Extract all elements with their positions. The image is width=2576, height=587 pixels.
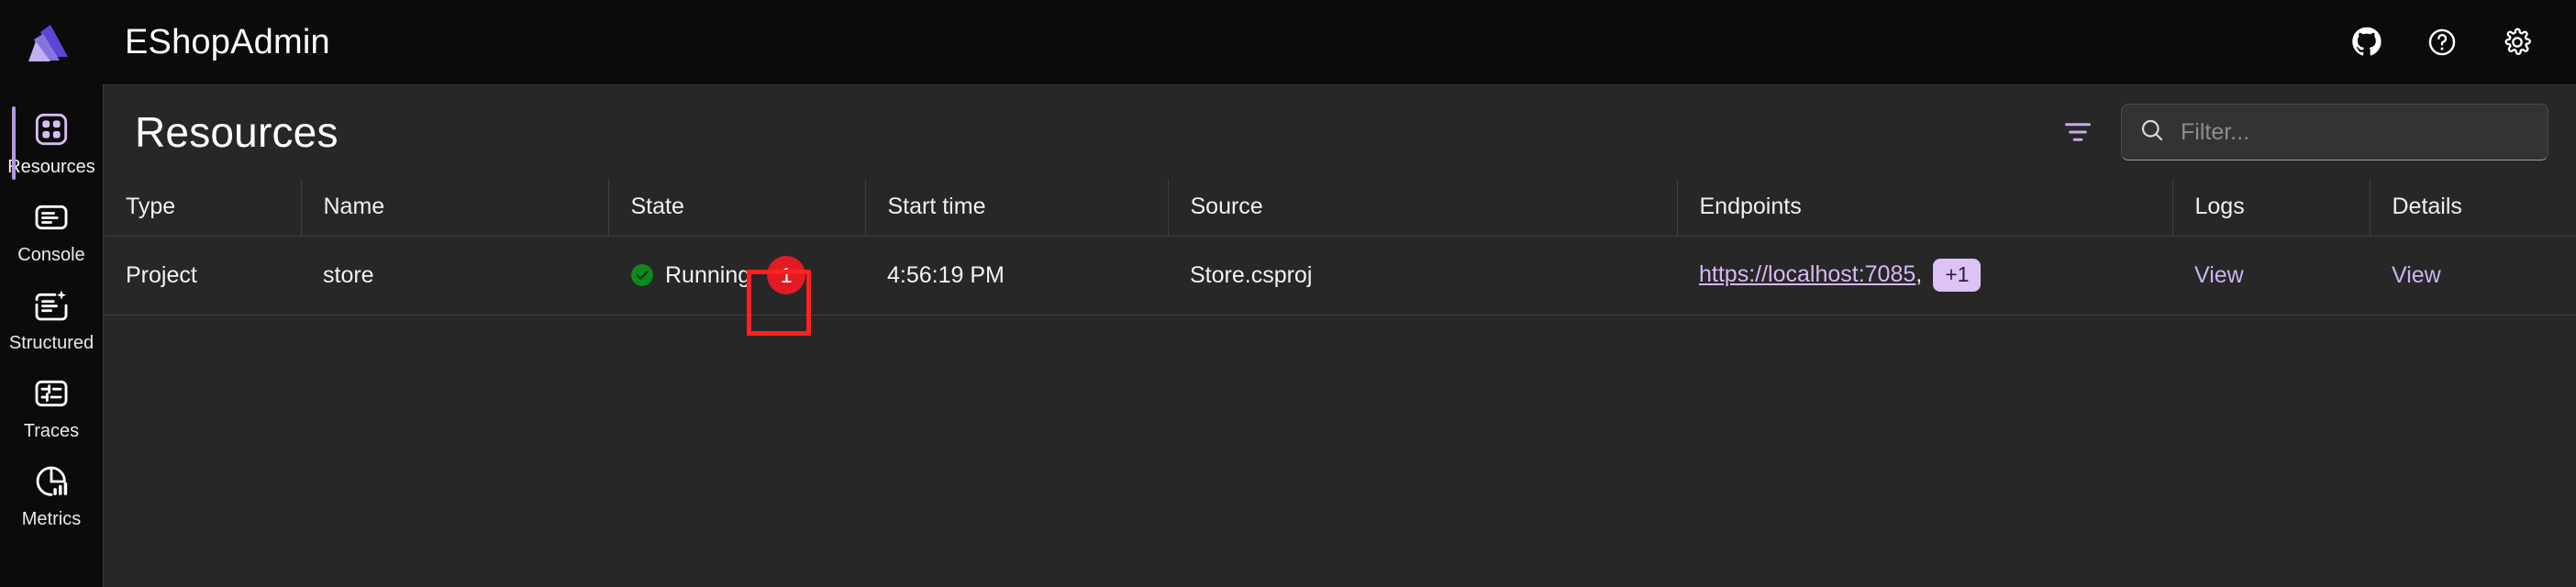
sidebar-item-label: Metrics bbox=[21, 508, 82, 529]
page-title: Resources bbox=[135, 108, 339, 156]
top-bar: EShopAdmin bbox=[0, 0, 2576, 84]
help-icon[interactable] bbox=[2424, 24, 2460, 61]
endpoint-separator: , bbox=[1915, 261, 1923, 288]
table-header-row: Type Name State Start time Source Endpoi… bbox=[104, 179, 2576, 236]
body-wrapper: Resources Console Structured Traces Metr… bbox=[0, 84, 2576, 587]
endpoint-link[interactable]: https://localhost:7085 bbox=[1699, 261, 1915, 287]
sidebar-item-traces[interactable]: Traces bbox=[0, 363, 103, 451]
resources-table-area: Type Name State Start time Source Endpoi… bbox=[104, 179, 2576, 587]
cell-endpoints: https://localhost:7085, +1 bbox=[1677, 236, 2172, 316]
logs-view-link[interactable]: View bbox=[2194, 262, 2244, 288]
github-icon[interactable] bbox=[2348, 24, 2385, 61]
metrics-icon bbox=[33, 463, 70, 504]
gear-icon[interactable] bbox=[2499, 24, 2536, 61]
cell-state: Running 1 bbox=[608, 236, 865, 316]
cell-details: View bbox=[2370, 236, 2576, 316]
status-running-check-icon bbox=[630, 263, 654, 287]
column-header-state[interactable]: State bbox=[608, 179, 866, 236]
app-title: EShopAdmin bbox=[125, 22, 330, 61]
state-label: Running bbox=[665, 261, 751, 288]
sidebar-item-label: Console bbox=[17, 244, 85, 265]
table-row[interactable]: Project store Running 1 4:56:19 PM Store… bbox=[104, 236, 2576, 316]
grid-icon bbox=[33, 111, 70, 151]
content-panel: Resources Filter... Type Name State Star… bbox=[103, 84, 2576, 587]
column-header-endpoints[interactable]: Endpoints bbox=[1677, 179, 2173, 236]
sidebar: Resources Console Structured Traces Metr… bbox=[0, 84, 103, 587]
cell-logs: View bbox=[2172, 236, 2370, 316]
details-view-link[interactable]: View bbox=[2392, 262, 2441, 288]
table-head: Type Name State Start time Source Endpoi… bbox=[104, 179, 2576, 236]
cell-start-time: 4:56:19 PM bbox=[865, 236, 1168, 316]
sidebar-item-metrics[interactable]: Metrics bbox=[0, 451, 103, 539]
app-root: EShopAdmin Resources Console Structured … bbox=[0, 0, 2576, 587]
state-count-badge[interactable]: 1 bbox=[767, 256, 806, 294]
sidebar-item-label: Traces bbox=[23, 420, 80, 441]
column-header-start-time[interactable]: Start time bbox=[865, 179, 1169, 236]
filter-icon[interactable] bbox=[2057, 111, 2099, 153]
search-icon bbox=[2138, 116, 2166, 149]
search-input[interactable] bbox=[2181, 105, 2531, 160]
sidebar-item-resources[interactable]: Resources bbox=[0, 99, 103, 187]
endpoint-cell: https://localhost:7085, +1 bbox=[1699, 259, 2172, 292]
column-header-details[interactable]: Details bbox=[2370, 179, 2576, 236]
column-header-source[interactable]: Source bbox=[1168, 179, 1678, 236]
sidebar-item-structured[interactable]: Structured bbox=[0, 275, 103, 363]
traces-icon bbox=[33, 375, 70, 415]
column-header-logs[interactable]: Logs bbox=[2172, 179, 2371, 236]
sidebar-item-label: Resources bbox=[7, 156, 95, 177]
column-header-type[interactable]: Type bbox=[104, 179, 302, 236]
endpoint-link-wrap: https://localhost:7085, bbox=[1699, 261, 1922, 288]
sidebar-item-console[interactable]: Console bbox=[0, 187, 103, 275]
cell-name: store bbox=[301, 236, 608, 316]
page-header: Resources bbox=[104, 85, 2576, 179]
endpoint-more-badge[interactable]: +1 bbox=[1933, 259, 1982, 292]
state-cell: Running 1 bbox=[630, 256, 865, 294]
aspire-logo-icon bbox=[20, 16, 73, 69]
sidebar-item-label: Structured bbox=[8, 332, 94, 353]
console-icon bbox=[33, 199, 70, 239]
resources-table: Type Name State Start time Source Endpoi… bbox=[104, 179, 2576, 316]
cell-source: Store.csproj bbox=[1168, 236, 1677, 316]
structured-icon bbox=[33, 287, 70, 327]
table-body: Project store Running 1 4:56:19 PM Store… bbox=[104, 236, 2576, 316]
topbar-actions bbox=[2348, 24, 2536, 61]
filter-search-box[interactable] bbox=[2121, 104, 2548, 161]
column-header-name[interactable]: Name bbox=[301, 179, 609, 236]
cell-type: Project bbox=[104, 236, 301, 316]
